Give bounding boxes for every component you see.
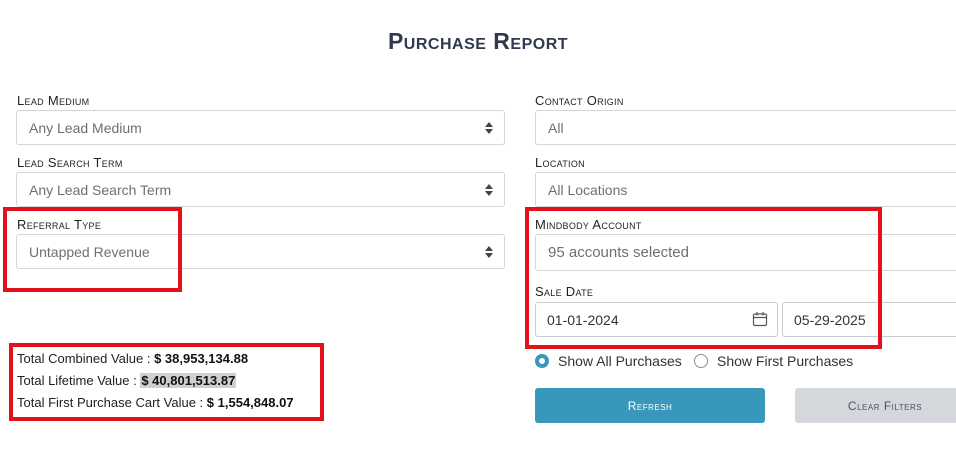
clear-filters-button[interactable]: Clear Filters <box>795 388 956 423</box>
contact-origin-value: All <box>548 119 564 136</box>
radio-show-first-label: Show First Purchases <box>717 353 854 369</box>
sale-date-start-value: 01-01-2024 <box>547 311 619 328</box>
total-lifetime-label: Total Lifetime Value : <box>17 373 137 388</box>
referral-type-select[interactable]: Untapped Revenue <box>16 234 505 269</box>
referral-type-value: Untapped Revenue <box>29 243 150 260</box>
radio-show-all-purchases[interactable]: Show All Purchases <box>535 353 682 369</box>
sale-date-label: Sale Date <box>535 284 594 299</box>
select-arrows-icon <box>485 183 493 196</box>
mindbody-account-label: Mindbody Account <box>535 217 642 232</box>
total-combined-label: Total Combined Value : <box>17 351 151 366</box>
contact-origin-select[interactable]: All <box>535 110 956 145</box>
refresh-button[interactable]: Refresh <box>535 388 765 423</box>
total-combined-value: $ 38,953,134.88 <box>154 351 249 366</box>
total-combined-row: Total Combined Value : $ 38,953,134.88 <box>17 349 294 371</box>
mindbody-account-value: 95 accounts selected <box>548 244 689 261</box>
contact-origin-label: Contact Origin <box>535 93 624 108</box>
total-lifetime-value: $ 40,801,513.87 <box>140 373 237 388</box>
mindbody-account-select[interactable]: 95 accounts selected <box>535 234 956 271</box>
location-value: All Locations <box>548 181 628 198</box>
sale-date-end-input[interactable]: 05-29-2025 <box>782 302 956 337</box>
select-arrows-icon <box>485 121 493 134</box>
lead-medium-select[interactable]: Any Lead Medium <box>16 110 505 145</box>
radio-unselected-icon[interactable] <box>694 354 708 368</box>
referral-type-label: Referral Type <box>17 217 102 232</box>
lead-search-term-label: Lead Search Term <box>17 155 123 170</box>
radio-selected-icon[interactable] <box>535 354 549 368</box>
lead-search-term-select[interactable]: Any Lead Search Term <box>16 172 505 207</box>
page-title: Purchase Report <box>387 28 569 54</box>
select-arrows-icon <box>485 245 493 258</box>
lead-search-term-value: Any Lead Search Term <box>29 181 172 198</box>
radio-show-first-purchases[interactable]: Show First Purchases <box>694 353 853 369</box>
radio-show-all-label: Show All Purchases <box>558 353 682 369</box>
total-lifetime-row: Total Lifetime Value : $ 40,801,513.87 <box>17 371 294 393</box>
total-first-purchase-label: Total First Purchase Cart Value : <box>17 395 204 410</box>
lead-medium-label: Lead Medium <box>17 93 90 108</box>
location-select[interactable]: All Locations <box>535 172 956 207</box>
sale-date-start-input[interactable]: 01-01-2024 <box>535 302 778 337</box>
total-first-purchase-value: $ 1,554,848.07 <box>206 395 294 410</box>
totals-summary: Total Combined Value : $ 38,953,134.88 T… <box>17 349 294 415</box>
lead-medium-value: Any Lead Medium <box>29 119 142 136</box>
total-first-purchase-row: Total First Purchase Cart Value : $ 1,55… <box>17 393 294 415</box>
calendar-icon[interactable] <box>752 311 768 327</box>
location-label: Location <box>535 155 585 170</box>
sale-date-end-value: 05-29-2025 <box>794 311 866 328</box>
